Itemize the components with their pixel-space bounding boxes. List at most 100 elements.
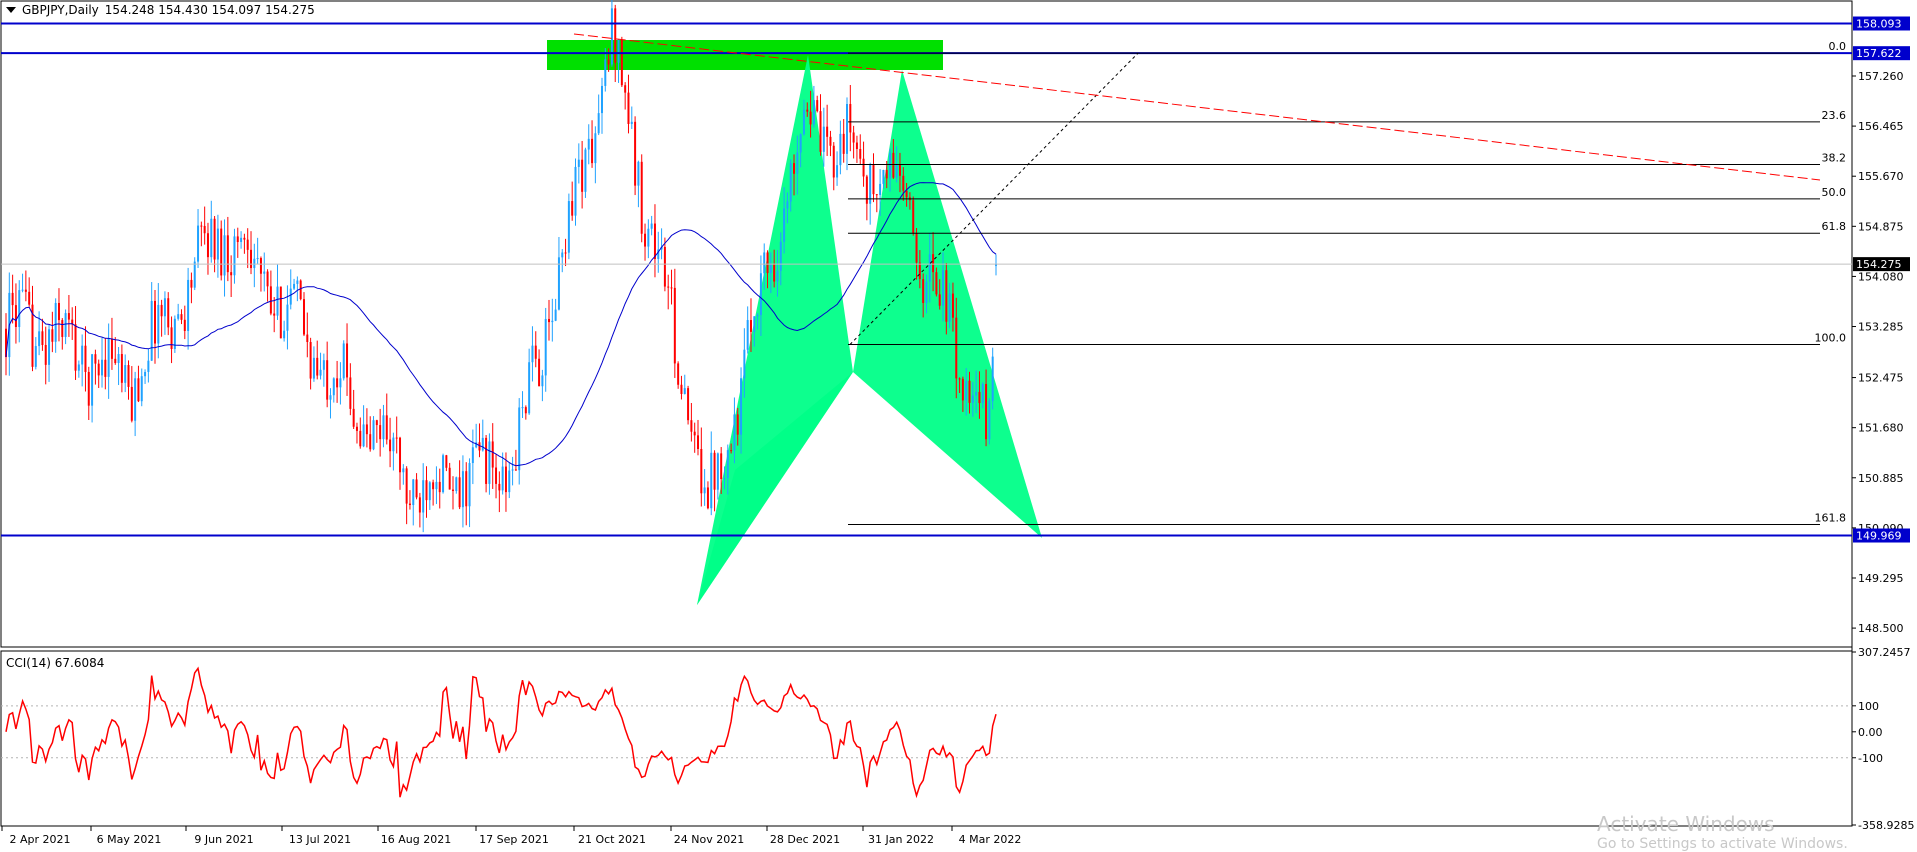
triangle-down-icon[interactable] xyxy=(6,7,16,13)
candle-body xyxy=(187,279,190,331)
candle-body xyxy=(365,424,368,435)
candle-body xyxy=(293,283,296,289)
candle-body xyxy=(183,319,186,331)
candle-body xyxy=(783,208,786,242)
candle-body xyxy=(382,415,385,440)
candle-body xyxy=(180,314,183,320)
candle-body xyxy=(276,286,279,316)
candle-body xyxy=(607,59,610,65)
candle-body xyxy=(571,201,574,216)
candle-body xyxy=(110,338,113,359)
candle-body xyxy=(21,289,24,291)
candle-body xyxy=(408,503,411,506)
candle-body xyxy=(700,449,703,494)
candle-body xyxy=(981,383,984,404)
candle-body xyxy=(912,200,915,234)
time-label: 24 Nov 2021 xyxy=(674,833,744,846)
candle-body xyxy=(435,481,438,490)
candle-body xyxy=(842,133,845,154)
watermark-title: Activate Windows xyxy=(1597,812,1775,836)
candle-body xyxy=(647,228,650,247)
candle-body xyxy=(28,291,31,305)
ohlc-readout: 154.248 154.430 154.097 154.275 xyxy=(104,3,315,17)
price-tick-label: 156.465 xyxy=(1858,120,1904,133)
candle-body xyxy=(968,380,971,403)
chart-window[interactable]: 0.0 23.6 38.2 50.0 61.8 100.0 161.8 157.260 156… xyxy=(0,0,1917,852)
candle-body xyxy=(67,313,70,320)
candle-body xyxy=(269,286,272,314)
candle-body xyxy=(392,437,395,452)
resistance-zone[interactable] xyxy=(547,40,943,70)
candle-body xyxy=(799,134,802,153)
candle-body xyxy=(157,304,160,344)
candle-body xyxy=(216,228,219,260)
candle-body xyxy=(971,395,974,403)
candle-body xyxy=(54,302,57,342)
candle-body xyxy=(342,343,345,379)
candle-body xyxy=(561,252,564,258)
candles-layer xyxy=(5,0,997,533)
fib-level-label: 23.6 xyxy=(1822,109,1847,122)
price-tag-label: 154.275 xyxy=(1856,258,1902,271)
candle-body xyxy=(624,85,627,93)
candle-body xyxy=(703,487,706,494)
harmonic-pattern-right-wing[interactable] xyxy=(853,70,1042,538)
candle-body xyxy=(663,246,666,287)
candle-body xyxy=(852,132,855,143)
candle-body xyxy=(749,320,752,332)
candle-body xyxy=(332,378,335,396)
candle-body xyxy=(422,480,425,513)
candle-body xyxy=(538,358,541,387)
candle-body xyxy=(256,258,259,260)
candle-body xyxy=(389,439,392,452)
candle-body xyxy=(710,452,713,509)
candle-body xyxy=(574,166,577,216)
candle-body xyxy=(455,477,458,492)
candle-body xyxy=(220,228,223,276)
candle-body xyxy=(57,302,60,321)
candle-body xyxy=(362,424,365,447)
candle-body xyxy=(591,138,594,164)
candle-body xyxy=(564,252,567,254)
time-label: 21 Oct 2021 xyxy=(578,833,646,846)
candle-body xyxy=(882,170,885,184)
candle-body xyxy=(190,279,193,288)
candle-body xyxy=(418,497,421,513)
candle-body xyxy=(975,391,978,396)
candle-body xyxy=(402,468,405,473)
candle-body xyxy=(412,479,415,506)
candle-body xyxy=(336,378,339,388)
candle-body xyxy=(150,300,153,361)
candle-body xyxy=(18,290,21,327)
candle-body xyxy=(104,359,107,377)
candle-body xyxy=(753,316,756,332)
candle-body xyxy=(706,487,709,509)
candle-body xyxy=(44,344,47,365)
candle-body xyxy=(61,320,64,337)
fib-level-label: 161.8 xyxy=(1815,512,1847,525)
candle-body xyxy=(687,388,690,421)
candle-body xyxy=(918,262,921,280)
price-tick-label: 157.260 xyxy=(1858,70,1904,83)
candle-body xyxy=(432,482,435,490)
candle-body xyxy=(124,365,127,383)
candle-body xyxy=(210,218,213,258)
candle-body xyxy=(359,430,362,447)
candle-body xyxy=(948,293,951,322)
candle-body xyxy=(640,161,643,234)
candle-body xyxy=(683,388,686,394)
candle-body xyxy=(137,378,140,402)
candle-body xyxy=(895,164,898,178)
candle-body xyxy=(352,408,355,427)
candle-body xyxy=(130,386,133,421)
candle-body xyxy=(163,298,166,317)
cci-tick-label: -100 xyxy=(1858,752,1883,765)
candle-body xyxy=(117,354,120,364)
price-chart[interactable]: 0.0 23.6 38.2 50.0 61.8 100.0 161.8 157.260 156… xyxy=(0,0,1917,852)
candle-body xyxy=(736,414,739,435)
candle-body xyxy=(372,420,375,450)
candle-body xyxy=(504,466,507,493)
candle-body xyxy=(740,378,743,435)
candle-body xyxy=(697,435,700,450)
candle-body xyxy=(316,357,319,376)
